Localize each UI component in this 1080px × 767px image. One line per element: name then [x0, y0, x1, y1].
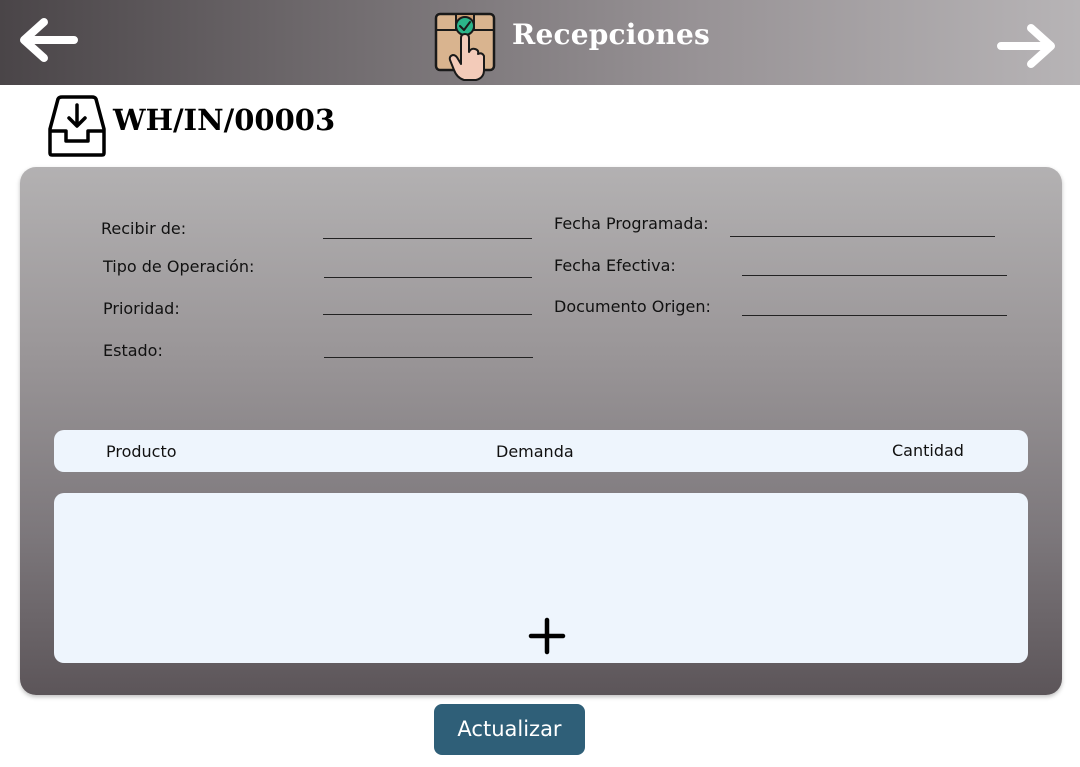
- field-label-fecha-programada: Fecha Programada:: [554, 214, 709, 233]
- column-header-demanda: Demanda: [496, 442, 574, 461]
- fecha-efectiva-field[interactable]: [742, 275, 1007, 276]
- forward-arrow-icon[interactable]: [993, 16, 1063, 80]
- document-reference: WH/IN/00003: [113, 103, 336, 137]
- field-label-tipo-operacion: Tipo de Operación:: [103, 257, 255, 276]
- documento-origen-field[interactable]: [742, 315, 1007, 316]
- recibir-de-field[interactable]: [323, 238, 532, 239]
- header-bar: Recepciones: [0, 0, 1080, 85]
- field-label-documento-origen: Documento Origen:: [554, 297, 711, 316]
- field-label-fecha-efectiva: Fecha Efectiva:: [554, 256, 676, 275]
- update-button[interactable]: Actualizar: [434, 704, 585, 755]
- back-arrow-icon[interactable]: [12, 10, 82, 74]
- box-touch-icon: [434, 12, 496, 81]
- column-header-cantidad: Cantidad: [892, 441, 964, 460]
- field-label-prioridad: Prioridad:: [103, 299, 180, 318]
- page-title: Recepciones: [512, 18, 711, 51]
- table-header: Producto Demanda Cantidad: [54, 430, 1028, 472]
- fecha-programada-field[interactable]: [730, 236, 995, 237]
- plus-icon[interactable]: [528, 617, 566, 655]
- prioridad-field[interactable]: [323, 314, 532, 315]
- column-header-producto: Producto: [106, 442, 177, 461]
- field-label-recibir-de: Recibir de:: [101, 219, 187, 238]
- tipo-operacion-field[interactable]: [324, 277, 532, 278]
- estado-field[interactable]: [324, 357, 533, 358]
- inbox-download-icon: [48, 95, 106, 157]
- field-label-estado: Estado:: [103, 341, 163, 360]
